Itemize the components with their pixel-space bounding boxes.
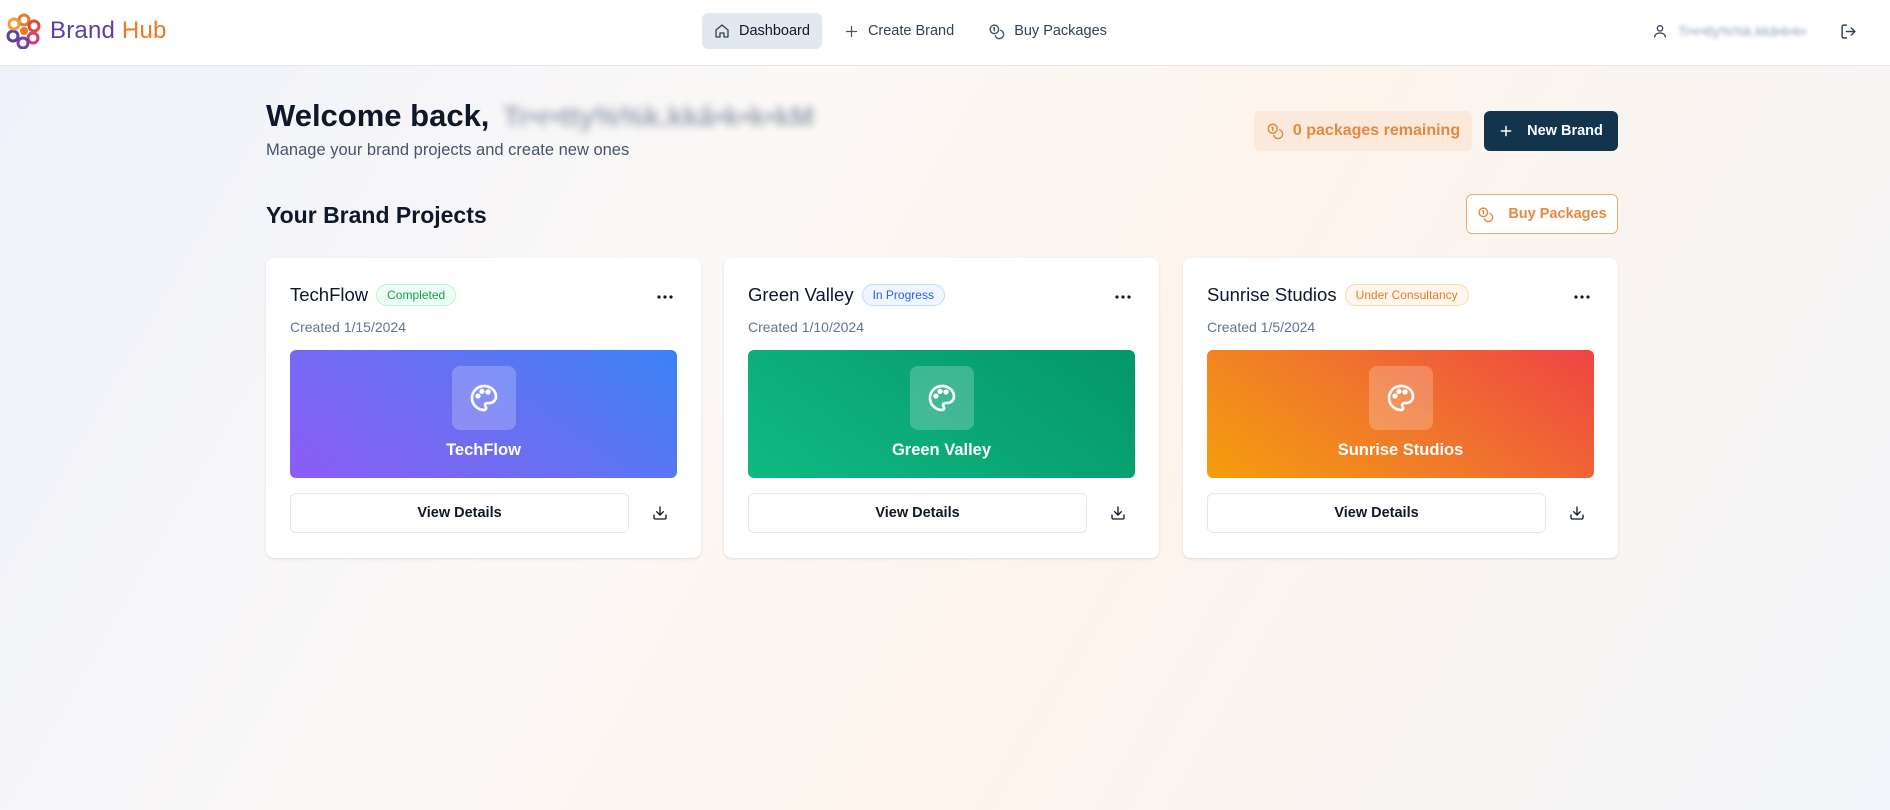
- brand-logo[interactable]: Brand Hub: [6, 13, 167, 49]
- more-options-button[interactable]: [1109, 286, 1137, 308]
- logo-text-hub: Hub: [121, 17, 167, 44]
- download-icon: [1111, 506, 1125, 520]
- top-nav-bar: Brand Hub Dashboard Create Brand Buy Pac…: [0, 0, 1890, 66]
- project-card-green-valley: Green Valley In Progress Created 1/10/20…: [724, 258, 1159, 558]
- banner-brand-name: Green Valley: [891, 441, 992, 459]
- main-nav: Dashboard Create Brand Buy Packages: [702, 13, 1119, 49]
- card-title-row: TechFlow Completed: [290, 284, 457, 306]
- packages-remaining-label: 0 packages remaining: [1292, 122, 1461, 139]
- palette-icon: [452, 366, 516, 430]
- welcome-heading: Welcome back, Tr•r•tty%%k.kkâ•k•k•kM: [266, 98, 814, 134]
- banner-brand-name: Sunrise Studios: [1337, 441, 1464, 459]
- nav-buy-packages[interactable]: Buy Packages: [976, 13, 1119, 49]
- coins-icon: [989, 23, 1005, 39]
- nav-dashboard-label: Dashboard: [739, 23, 810, 39]
- card-title-row: Sunrise Studios Under Consultancy: [1207, 284, 1469, 306]
- status-badge: Under Consultancy: [1344, 284, 1469, 306]
- new-brand-label: New Brand: [1527, 123, 1603, 139]
- projects-section-title: Your Brand Projects: [266, 202, 487, 228]
- palette-icon: [910, 366, 974, 430]
- nav-dashboard[interactable]: Dashboard: [702, 13, 822, 49]
- download-icon: [653, 506, 667, 520]
- welcome-title: Welcome back,: [266, 98, 490, 133]
- coins-icon: [1478, 206, 1494, 222]
- home-icon: [715, 24, 729, 38]
- logout-icon: [1840, 23, 1856, 39]
- brand-preview-banner: Green Valley: [748, 350, 1135, 478]
- banner-brand-name: TechFlow: [446, 441, 521, 459]
- more-horizontal-icon: [657, 295, 673, 299]
- status-badge: In Progress: [861, 284, 945, 306]
- created-date: Created 1/5/2024: [1207, 319, 1316, 335]
- download-button[interactable]: [1101, 496, 1135, 530]
- buy-packages-label: Buy Packages: [1508, 206, 1607, 222]
- project-name: Sunrise Studios: [1207, 284, 1337, 305]
- download-icon: [1570, 506, 1584, 520]
- card-title-row: Green Valley In Progress: [748, 284, 945, 306]
- new-brand-button[interactable]: New Brand: [1484, 111, 1618, 151]
- brand-logo-text: Brand Hub: [50, 17, 167, 45]
- coins-icon: [1267, 123, 1284, 140]
- plus-icon: [1500, 125, 1512, 137]
- status-badge: Completed: [376, 284, 457, 306]
- view-details-button[interactable]: View Details: [1207, 493, 1546, 533]
- welcome-user-name: Tr•r•tty%%k.kkâ•k•k•kM: [503, 101, 814, 132]
- download-button[interactable]: [1560, 496, 1594, 530]
- brand-preview-banner: Sunrise Studios: [1207, 350, 1594, 478]
- view-details-button[interactable]: View Details: [748, 493, 1087, 533]
- project-card-sunrise-studios: Sunrise Studios Under Consultancy Create…: [1183, 258, 1618, 558]
- user-name: Tr•r•tty%%k.kkâ•k•k•k: [1678, 23, 1806, 39]
- more-options-button[interactable]: [1568, 286, 1596, 308]
- more-horizontal-icon: [1115, 295, 1131, 299]
- project-name: TechFlow: [290, 284, 369, 305]
- nav-create-brand[interactable]: Create Brand: [832, 13, 966, 49]
- more-options-button[interactable]: [651, 286, 679, 308]
- created-date: Created 1/10/2024: [748, 319, 864, 335]
- more-horizontal-icon: [1574, 295, 1590, 299]
- buy-packages-button[interactable]: Buy Packages: [1466, 194, 1618, 234]
- brand-logo-icon: [6, 13, 41, 49]
- project-card-techflow: TechFlow Completed Created 1/15/2024 Tec…: [266, 258, 701, 558]
- welcome-subtitle: Manage your brand projects and create ne…: [266, 141, 630, 159]
- nav-buy-packages-label: Buy Packages: [1014, 23, 1107, 39]
- brand-preview-banner: TechFlow: [290, 350, 677, 478]
- created-date: Created 1/15/2024: [290, 319, 406, 335]
- user-menu: Tr•r•tty%%k.kkâ•k•k•k: [1652, 13, 1866, 49]
- packages-remaining-badge: 0 packages remaining: [1254, 111, 1472, 151]
- download-button[interactable]: [643, 496, 677, 530]
- plus-icon: [845, 25, 858, 37]
- palette-icon: [1369, 366, 1433, 430]
- view-details-button[interactable]: View Details: [290, 493, 629, 533]
- nav-create-brand-label: Create Brand: [867, 23, 955, 39]
- logo-text-brand: Brand: [50, 17, 116, 44]
- user-icon[interactable]: [1652, 23, 1668, 39]
- logout-button[interactable]: [1830, 13, 1866, 49]
- project-name: Green Valley: [748, 284, 854, 305]
